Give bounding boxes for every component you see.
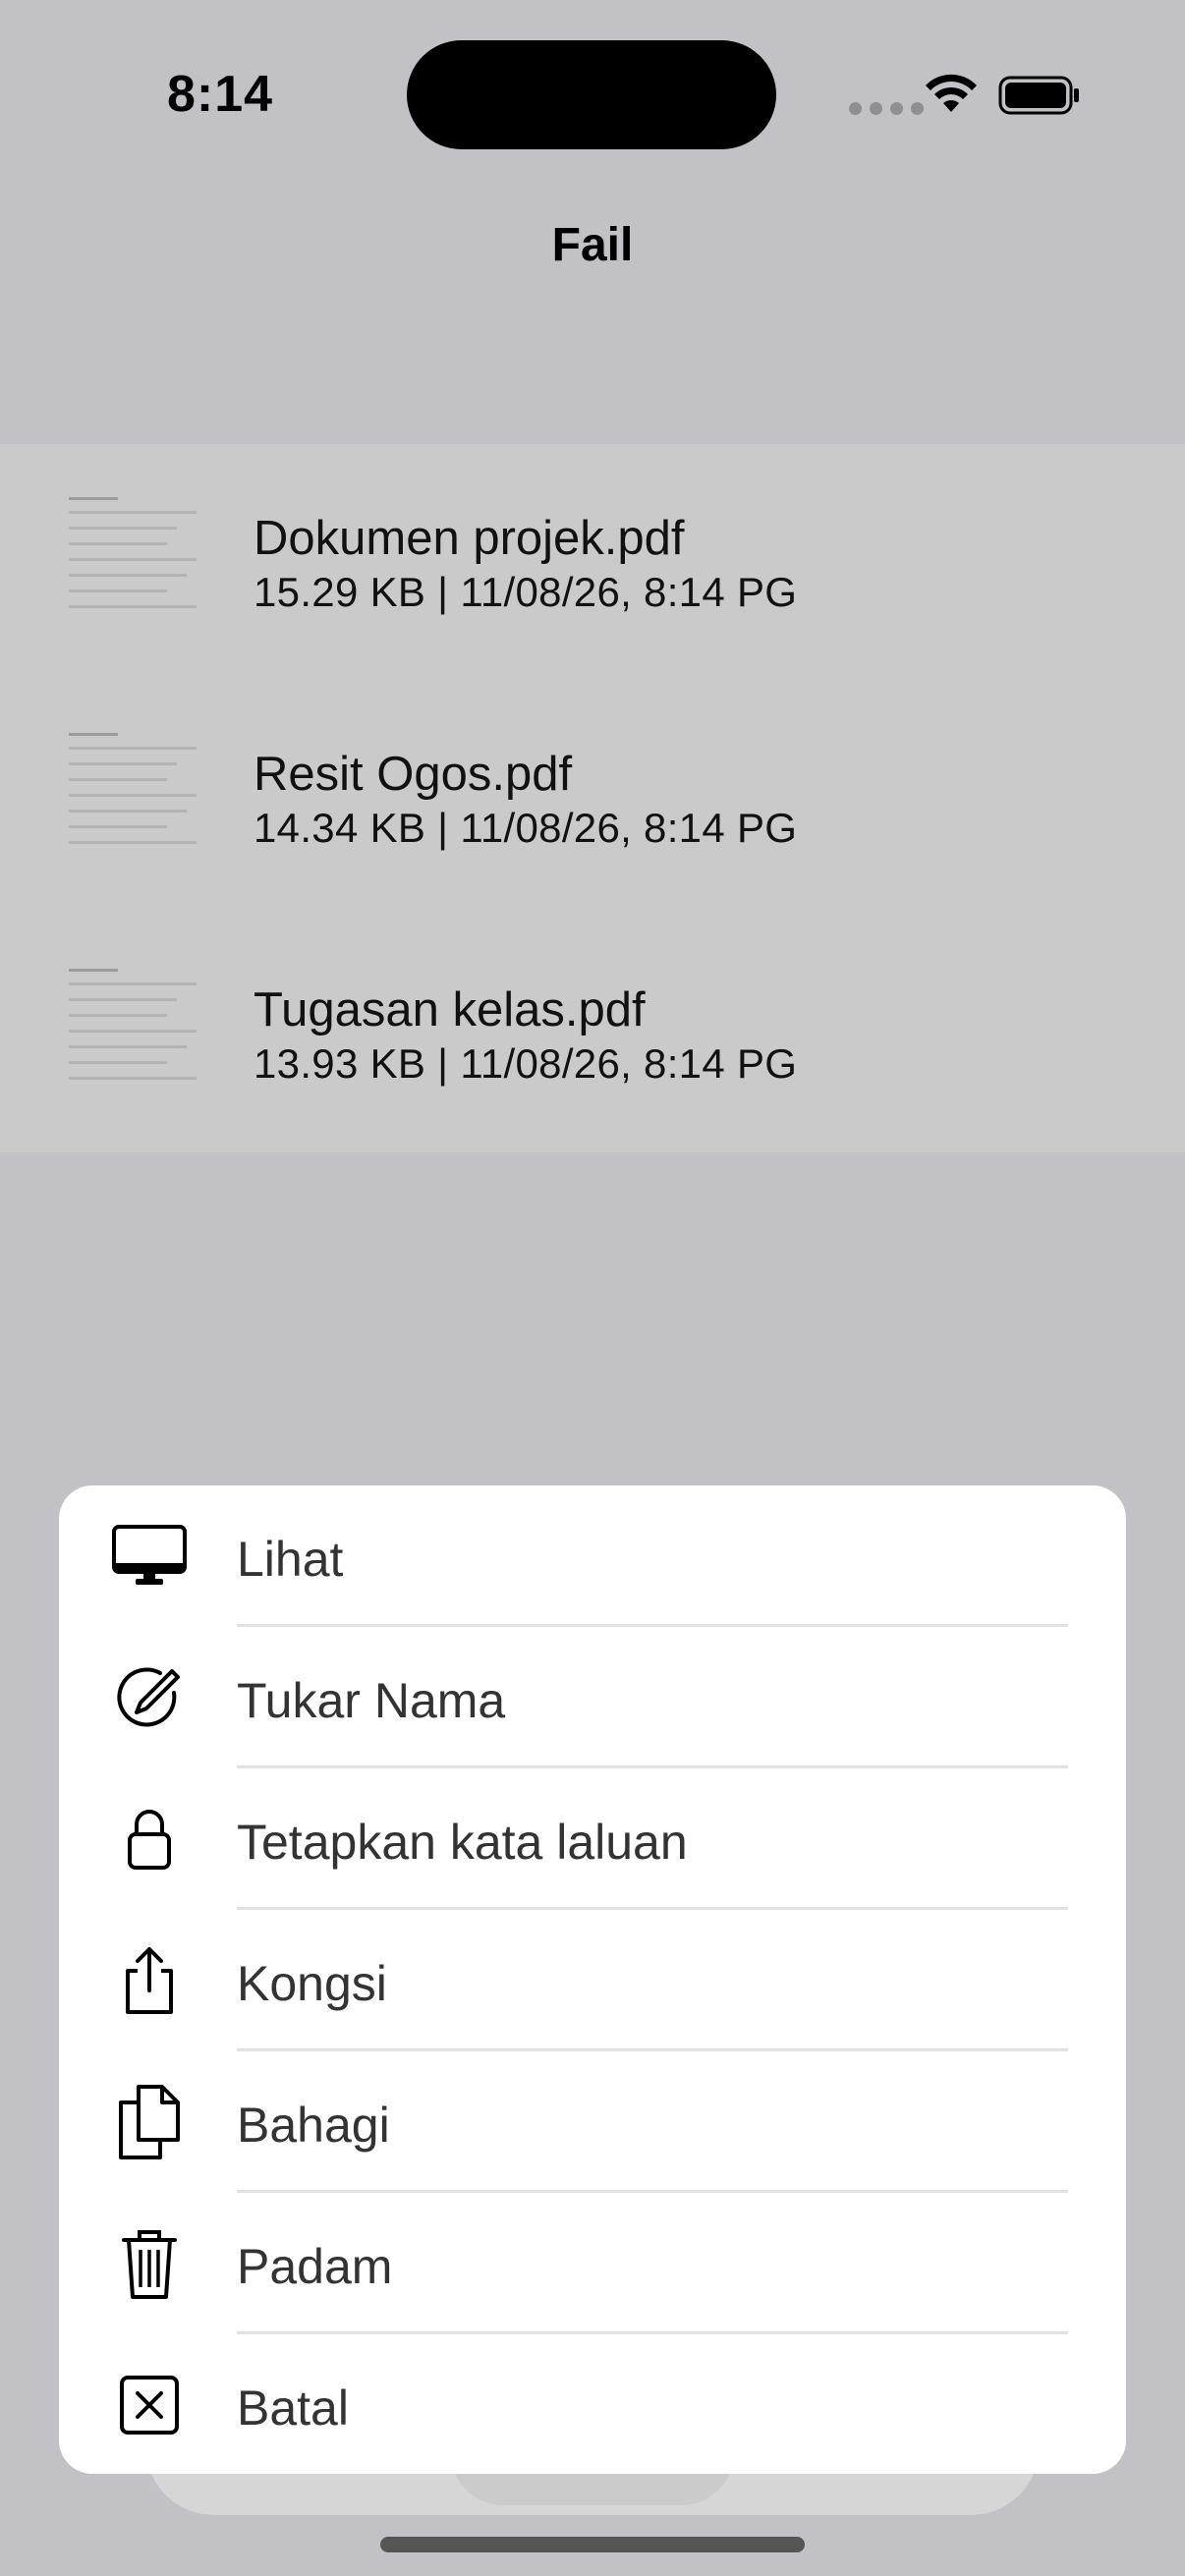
menu-item-cancel[interactable]: Batal: [59, 2334, 1126, 2474]
page-title: Fail: [551, 219, 634, 271]
battery-icon: [998, 76, 1079, 115]
file-name: Tugasan kelas.pdf: [254, 983, 646, 1036]
display-icon: [110, 1522, 189, 1591]
file-row[interactable]: Resit Ogos.pdf 14.34 KB | 11/08/26, 8:14…: [0, 680, 1185, 916]
file-row[interactable]: Dokumen projek.pdf 15.29 KB | 11/08/26, …: [0, 444, 1185, 680]
menu-item-share[interactable]: Kongsi: [59, 1910, 1126, 2051]
pdf-thumbnail: [69, 733, 197, 856]
menu-item-rename[interactable]: Tukar Nama: [59, 1627, 1126, 1768]
action-sheet: Lihat Tukar Nama Tetapkan kata laluan Ko…: [59, 1485, 1126, 2474]
status-time: 8:14: [167, 66, 274, 123]
wifi-icon: [926, 74, 977, 112]
file-meta: 13.93 KB | 11/08/26, 8:14 PG: [254, 1040, 798, 1087]
menu-item-view[interactable]: Lihat: [59, 1485, 1126, 1627]
file-meta: 14.34 KB | 11/08/26, 8:14 PG: [254, 805, 798, 851]
file-name: Resit Ogos.pdf: [254, 748, 573, 801]
lock-icon: [110, 1805, 189, 1874]
menu-item-delete[interactable]: Padam: [59, 2193, 1126, 2334]
menu-item-set-password[interactable]: Tetapkan kata laluan: [59, 1768, 1126, 1910]
file-row[interactable]: Tugasan kelas.pdf 13.93 KB | 11/08/26, 8…: [0, 916, 1185, 1151]
file-meta: 15.29 KB | 11/08/26, 8:14 PG: [254, 569, 798, 615]
pdf-thumbnail: [69, 497, 197, 620]
cancel-x-icon: [110, 2371, 189, 2439]
dynamic-island: [407, 40, 776, 149]
menu-item-label: Tukar Nama: [237, 1673, 506, 1728]
file-list: Dokumen projek.pdf 15.29 KB | 11/08/26, …: [0, 444, 1185, 1152]
menu-item-split[interactable]: Bahagi: [59, 2051, 1126, 2193]
menu-item-label: Lihat: [237, 1532, 344, 1587]
trash-icon: [110, 2229, 189, 2299]
home-indicator[interactable]: [380, 2537, 805, 2552]
share-icon: [110, 1946, 189, 2015]
menu-item-label: Padam: [237, 2239, 393, 2294]
file-name: Dokumen projek.pdf: [254, 512, 685, 565]
pdf-thumbnail: [69, 969, 197, 1092]
rename-pencil-icon: [110, 1663, 189, 1732]
menu-item-label: Batal: [237, 2380, 349, 2436]
menu-item-label: Tetapkan kata laluan: [237, 1815, 688, 1870]
menu-item-label: Kongsi: [237, 1956, 387, 2011]
split-documents-icon: [110, 2085, 189, 2159]
menu-item-label: Bahagi: [237, 2098, 390, 2153]
cellular-signal-icon: [849, 102, 924, 115]
